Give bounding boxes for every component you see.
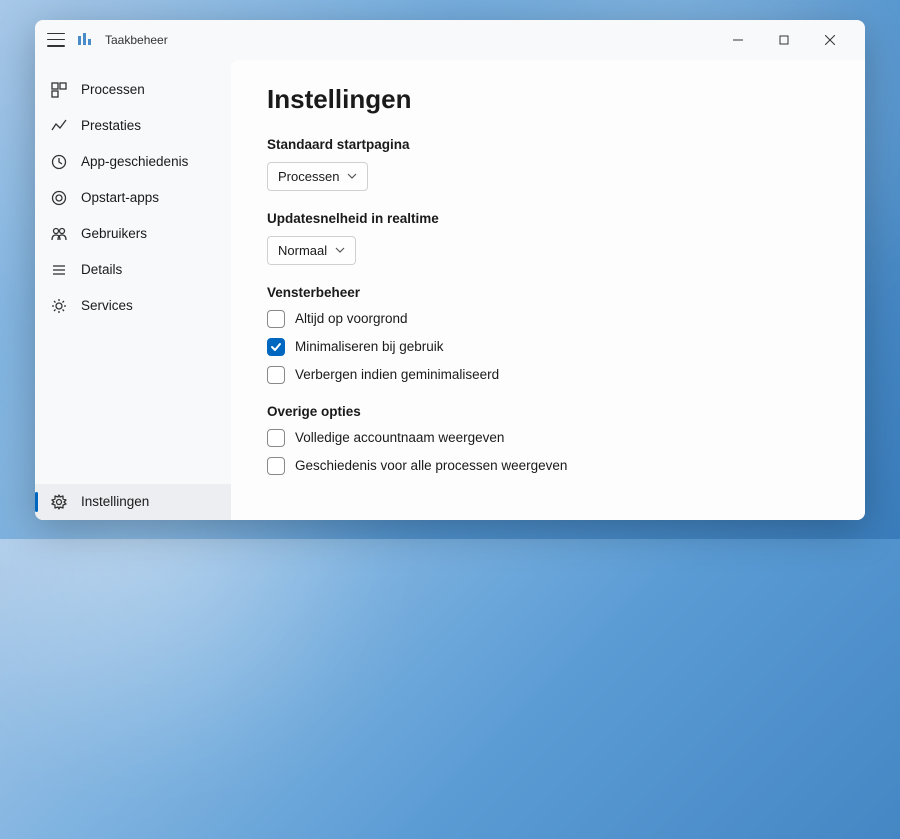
app-window: Taakbeheer Processen Prestat xyxy=(35,20,865,520)
checkbox[interactable] xyxy=(267,310,285,328)
checkbox[interactable] xyxy=(267,457,285,475)
app-icon xyxy=(77,32,93,48)
other-option-1[interactable]: Geschiedenis voor alle processen weergev… xyxy=(267,457,829,475)
sidebar-item-processen[interactable]: Processen xyxy=(35,72,231,108)
titlebar: Taakbeheer xyxy=(35,20,865,60)
checkbox-label: Geschiedenis voor alle processen weergev… xyxy=(295,458,567,473)
settings-icon xyxy=(51,494,67,510)
sidebar-item-app-geschiedenis[interactable]: App-geschiedenis xyxy=(35,144,231,180)
sidebar-item-label: Opstart-apps xyxy=(81,190,159,205)
update-speed-select[interactable]: Normaal xyxy=(267,236,356,265)
default-page-select[interactable]: Processen xyxy=(267,162,368,191)
select-value: Processen xyxy=(278,169,339,184)
app-title: Taakbeheer xyxy=(105,33,168,47)
sidebar-item-instellingen[interactable]: Instellingen xyxy=(35,484,231,520)
sidebar-item-label: App-geschiedenis xyxy=(81,154,188,169)
select-value: Normaal xyxy=(278,243,327,258)
page-title: Instellingen xyxy=(267,84,829,115)
sidebar-item-label: Details xyxy=(81,262,122,277)
sidebar-item-prestaties[interactable]: Prestaties xyxy=(35,108,231,144)
users-icon xyxy=(51,226,67,242)
sidebar: Processen Prestaties App-geschiedenis Op… xyxy=(35,60,231,520)
other-option-0[interactable]: Volledige accountnaam weergeven xyxy=(267,429,829,447)
section-default-page-label: Standaard startpagina xyxy=(267,137,829,152)
section-update-speed-label: Updatesnelheid in realtime xyxy=(267,211,829,226)
content-area: Instellingen Standaard startpagina Proce… xyxy=(231,60,865,520)
checkbox-label: Minimaliseren bij gebruik xyxy=(295,339,444,354)
startup-icon xyxy=(51,190,67,206)
sidebar-item-label: Gebruikers xyxy=(81,226,147,241)
chevron-down-icon xyxy=(347,171,357,181)
sidebar-item-gebruikers[interactable]: Gebruikers xyxy=(35,216,231,252)
performance-icon xyxy=(51,118,67,134)
checkbox-label: Altijd op voorgrond xyxy=(295,311,408,326)
section-other-label: Overige opties xyxy=(267,404,829,419)
window-mgmt-option-1[interactable]: Minimaliseren bij gebruik xyxy=(267,338,829,356)
checkbox-label: Verbergen indien geminimaliseerd xyxy=(295,367,499,382)
sidebar-item-label: Processen xyxy=(81,82,145,97)
close-button[interactable] xyxy=(807,24,853,56)
checkbox[interactable] xyxy=(267,366,285,384)
window-mgmt-option-2[interactable]: Verbergen indien geminimaliseerd xyxy=(267,366,829,384)
chevron-down-icon xyxy=(335,245,345,255)
hamburger-icon[interactable] xyxy=(47,33,65,47)
services-icon xyxy=(51,298,67,314)
sidebar-item-services[interactable]: Services xyxy=(35,288,231,324)
checkbox[interactable] xyxy=(267,338,285,356)
details-icon xyxy=(51,262,67,278)
sidebar-item-opstart-apps[interactable]: Opstart-apps xyxy=(35,180,231,216)
sidebar-item-label: Instellingen xyxy=(81,494,149,509)
checkbox[interactable] xyxy=(267,429,285,447)
minimize-button[interactable] xyxy=(715,24,761,56)
sidebar-item-details[interactable]: Details xyxy=(35,252,231,288)
processes-icon xyxy=(51,82,67,98)
history-icon xyxy=(51,154,67,170)
section-window-mgmt-label: Vensterbeheer xyxy=(267,285,829,300)
checkbox-label: Volledige accountnaam weergeven xyxy=(295,430,504,445)
sidebar-item-label: Prestaties xyxy=(81,118,141,133)
window-mgmt-option-0[interactable]: Altijd op voorgrond xyxy=(267,310,829,328)
sidebar-item-label: Services xyxy=(81,298,133,313)
maximize-button[interactable] xyxy=(761,24,807,56)
